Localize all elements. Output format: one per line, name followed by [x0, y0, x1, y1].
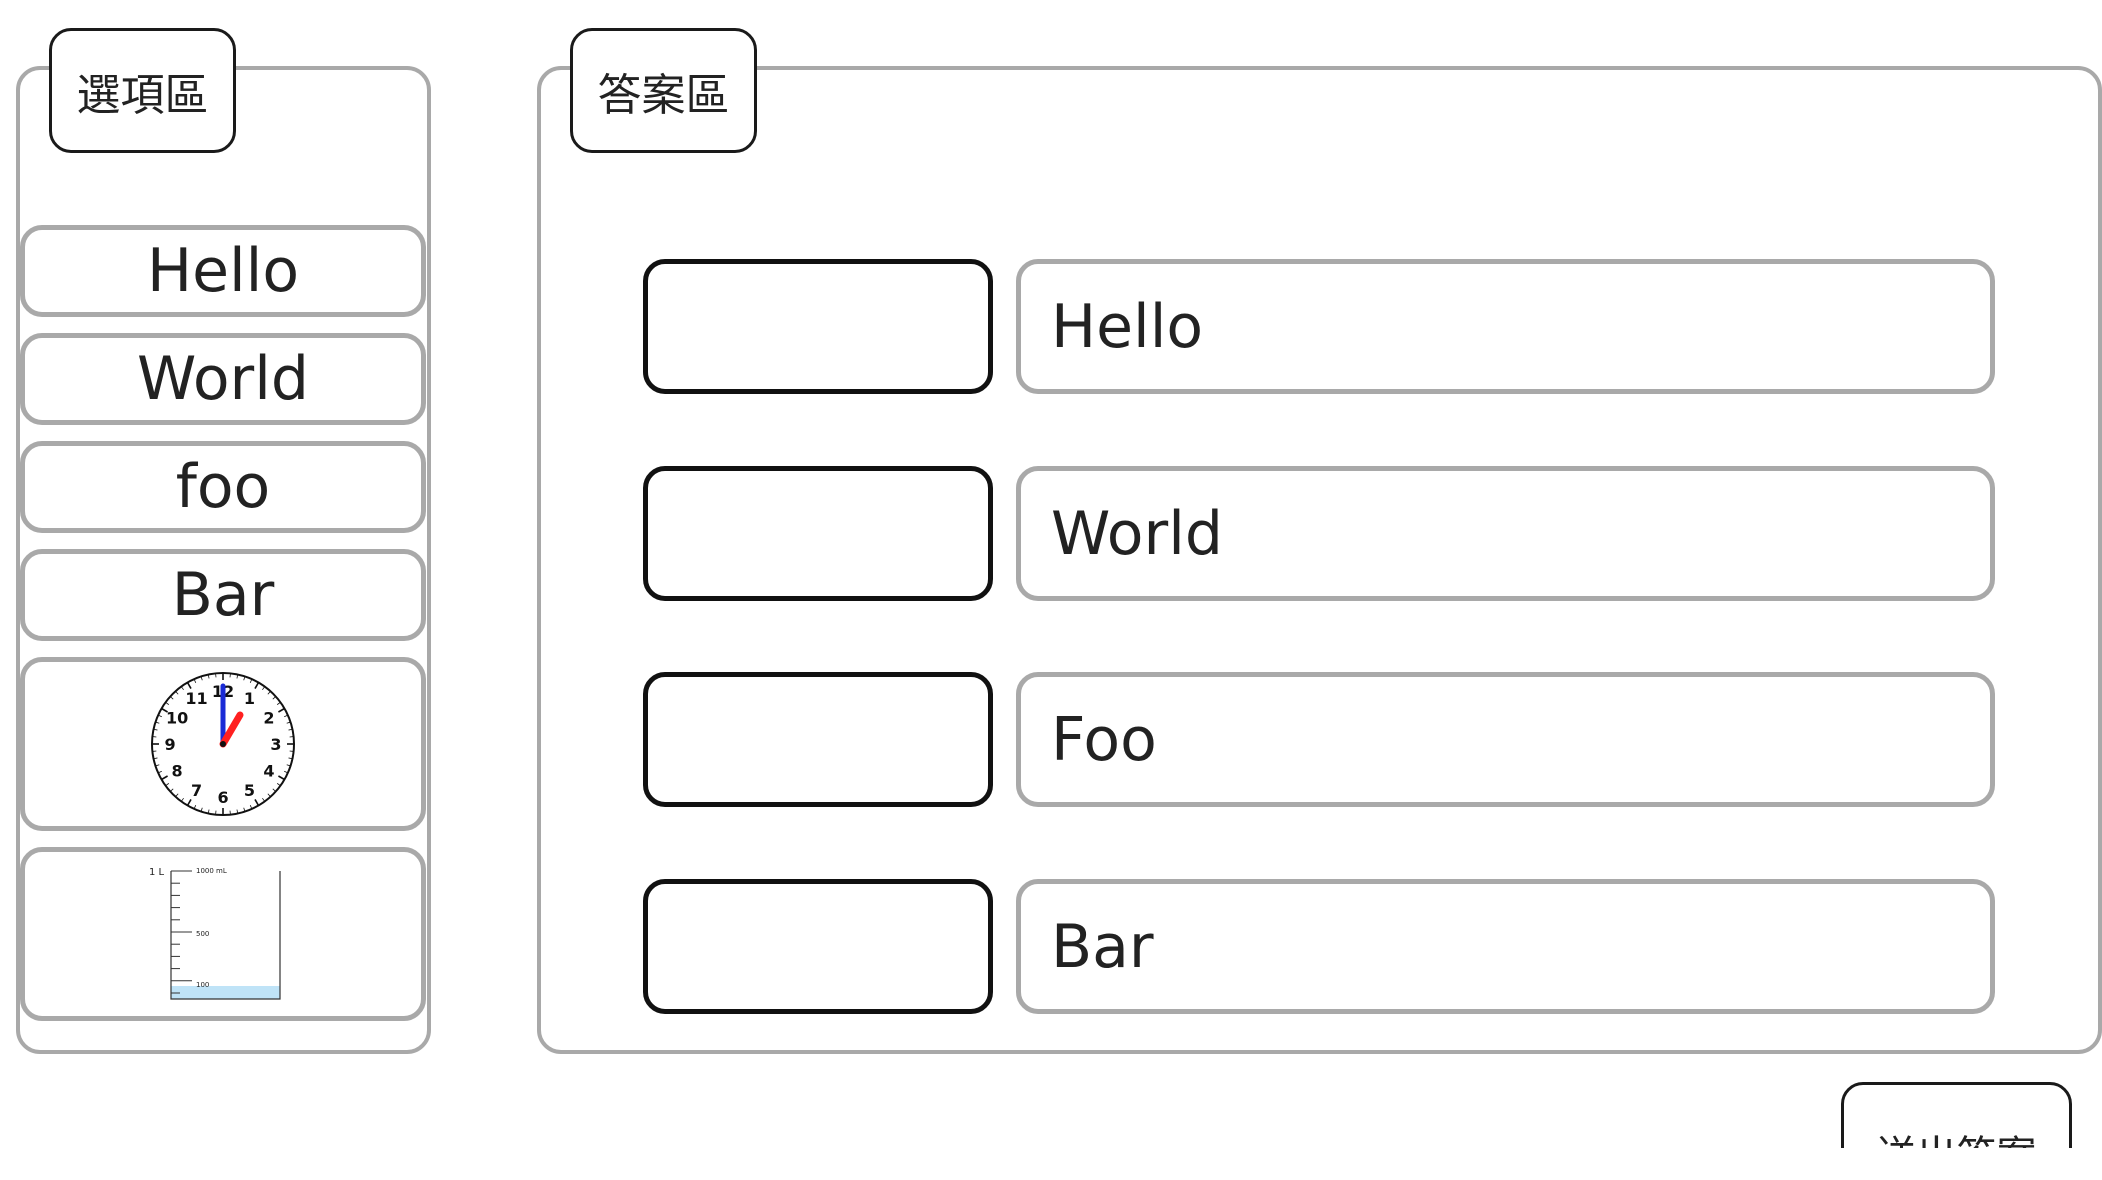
drop-slot-4[interactable] [643, 879, 993, 1014]
clock-number: 3 [270, 735, 281, 754]
option-card-world[interactable]: World [20, 333, 426, 425]
prompt-foo: Foo [1016, 672, 1995, 807]
option-card-beaker[interactable]: 1 L 1000 mL 500 100 [20, 847, 426, 1021]
beaker-100-label: 100 [196, 981, 209, 989]
page-bottom-edge [0, 1148, 2102, 1180]
clock-number: 2 [263, 709, 274, 728]
option-card-hello[interactable]: Hello [20, 225, 426, 317]
clock-number: 7 [191, 781, 202, 800]
beaker-1000ml-label: 1000 mL [196, 867, 227, 875]
options-panel-title: 選項區 [49, 28, 236, 153]
option-card-bar[interactable]: Bar [20, 549, 426, 641]
beaker-500-label: 500 [196, 930, 209, 938]
beaker-capacity-label: 1 L [149, 867, 165, 878]
prompt-world: World [1016, 466, 1995, 601]
measuring-beaker-icon: 1 L 1000 mL 500 100 [149, 867, 281, 1000]
clock-number: 6 [217, 788, 228, 807]
drop-slot-2[interactable] [643, 466, 993, 601]
prompt-hello: Hello [1016, 259, 1995, 394]
drop-slot-1[interactable] [643, 259, 993, 394]
answer-panel-title: 答案區 [570, 28, 757, 153]
clock-number: 10 [166, 709, 188, 728]
clock-number: 8 [172, 762, 183, 781]
drop-slot-3[interactable] [643, 672, 993, 807]
beaker-liquid [171, 986, 280, 999]
clock-number: 11 [185, 689, 207, 708]
option-card-clock[interactable]: 121234567891011 [20, 657, 426, 831]
quiz-stage: 選項區 Hello World foo Bar 121234567891011 … [0, 0, 2102, 1180]
prompt-bar: Bar [1016, 879, 1995, 1014]
clock-number: 4 [263, 762, 274, 781]
analog-clock-icon: 121234567891011 [151, 672, 295, 816]
clock-number: 1 [244, 689, 255, 708]
beaker-ticks [171, 870, 192, 994]
clock-number: 5 [244, 781, 255, 800]
clock-number: 9 [164, 735, 175, 754]
option-card-foo[interactable]: foo [20, 441, 426, 533]
